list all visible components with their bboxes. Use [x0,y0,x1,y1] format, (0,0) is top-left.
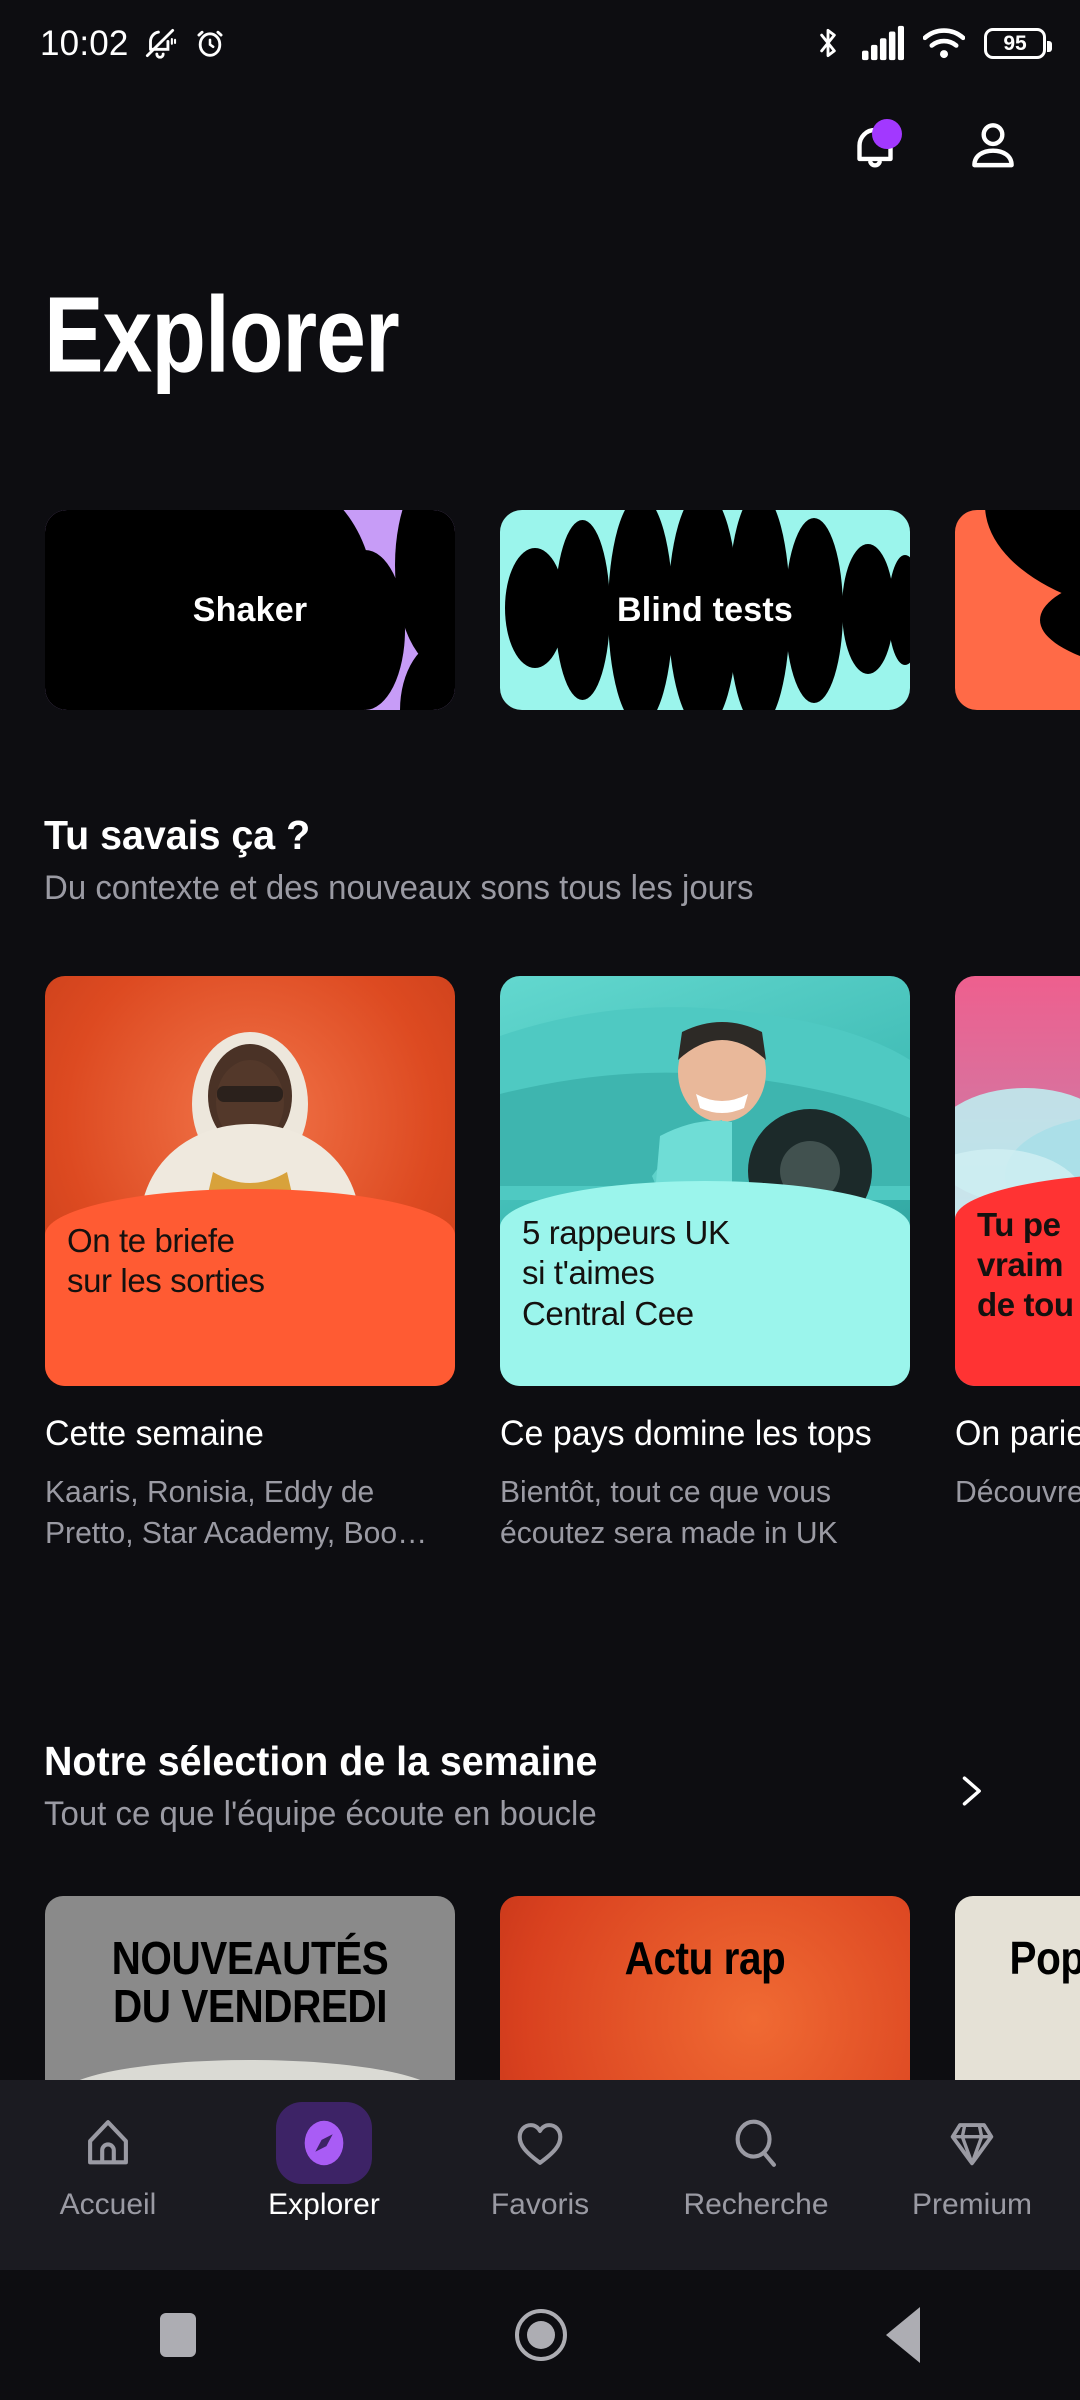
editorial-overlay-text: On te briefe sur les sorties [67,1222,265,1300]
playlist-title: Popto [1009,1932,1080,1984]
nav-label: Premium [911,2188,1032,2221]
playlist-title: Actu rap [624,1932,786,1984]
silent-mode-icon [145,28,176,59]
status-bar-right: 95 [813,24,1052,62]
heart-icon [517,2123,563,2165]
battery-indicator: 95 [984,27,1052,59]
editorial-card[interactable]: On te briefe sur les sorties [45,976,455,1386]
alarm-icon [197,30,223,57]
wifi-icon [923,28,965,59]
nav-icon-wrap [708,2102,804,2184]
editorial-name: On parie [955,1414,1080,1453]
editorial-card[interactable]: Tu pe vraim de tou [955,976,1080,1386]
section-see-all-button[interactable] [948,1764,992,1823]
nav-icon-wrap [60,2102,156,2184]
editorial-name: Ce pays domine les tops [500,1414,872,1453]
editorial-item[interactable]: On te briefe sur les sorties Cette semai… [45,976,455,1616]
notification-badge [872,119,902,149]
editorial-description: Kaaris, Ronisia, Eddy de Pretto, Star Ac… [45,1473,428,1551]
diamond-icon [950,2123,994,2166]
section-header-tu-savais-ca: Tu savais ça ? Du contexte et des nouvea… [44,812,775,908]
editorial-carousel[interactable]: On te briefe sur les sorties Cette semai… [0,976,1080,1616]
section-header-notre-selection[interactable]: Notre sélection de la semaine Tout ce qu… [44,1738,1036,1834]
nav-label: Favoris [490,2188,590,2221]
editorial-name: Cette semaine [45,1414,264,1453]
editorial-overlay: 5 rappeurs UK si t'aimes Central Cee [500,1181,910,1386]
editorial-overlay: Tu pe vraim de tou [955,1172,1080,1386]
nav-icon-wrap [924,2102,1020,2184]
status-bar: 10:02 95 [0,0,1080,86]
page-title: Explorer [44,275,400,396]
bluetooth-icon [820,28,836,58]
app-screen: 10:02 95 Explorer Shaker Blind tests Tu … [0,0,1080,2400]
editorial-overlay-text: Tu pe vraim de tou [977,1205,1074,1324]
nav-item-recherche[interactable]: Recherche [656,2102,856,2222]
chevron-right-icon [962,1776,981,1806]
category-carousel[interactable]: Shaker Blind tests P [0,510,1080,715]
notifications-button[interactable] [842,113,908,179]
nav-label: Explorer [268,2188,380,2221]
profile-button[interactable] [960,113,1026,179]
editorial-card[interactable]: 5 rappeurs UK si t'aimes Central Cee [500,976,910,1386]
status-time: 10:02 [40,23,129,63]
square-icon[interactable] [159,2313,196,2357]
system-navigation-bar[interactable] [0,2270,1080,2400]
home-icon [88,2120,128,2165]
section-title: Notre sélection de la semaine [44,1738,598,1784]
editorial-item[interactable]: Tu pe vraim de tou On parie Découvre tot… [955,976,1080,1616]
app-bar [0,86,1080,206]
category-card-partial[interactable]: P [955,510,1080,710]
section-subtitle: Tout ce que l'équipe écoute en boucle [44,1795,597,1833]
category-card-blind-tests[interactable]: Blind tests [500,510,910,710]
editorial-item[interactable]: 5 rappeurs UK si t'aimes Central Cee Ce … [500,976,910,1616]
circle-icon[interactable] [514,2309,567,2361]
nav-item-accueil[interactable]: Accueil [8,2102,208,2222]
person-icon [972,123,1014,168]
category-label: Blind tests [616,590,793,629]
wave-pattern [955,510,1080,710]
nav-label: Recherche [683,2188,829,2221]
nav-icon-wrap [492,2102,588,2184]
compass-icon [304,2120,344,2166]
nav-icon-wrap [276,2102,372,2184]
battery-percent: 95 [1003,31,1027,55]
section-subtitle: Du contexte et des nouveaux sons tous le… [44,869,754,907]
nav-label: Accueil [59,2188,157,2221]
nav-item-favoris[interactable]: Favoris [440,2102,640,2222]
search-icon [735,2119,776,2167]
playlist-title: NOUVEAUTÉS DU VENDREDI [111,1932,389,2033]
editorial-overlay: On te briefe sur les sorties [45,1189,455,1386]
cellular-signal-icon [862,25,904,61]
section-title: Tu savais ça ? [44,812,311,858]
editorial-description: Bientôt, tout ce que vous écoutez sera m… [500,1473,838,1551]
bottom-navigation[interactable]: Accueil Explorer Favoris Recherche Premi… [0,2080,1080,2270]
nav-item-premium[interactable]: Premium [872,2102,1072,2222]
category-label: Shaker [192,590,308,629]
nav-item-explorer[interactable]: Explorer [224,2102,424,2222]
editorial-overlay-text: 5 rappeurs UK si t'aimes Central Cee [522,1214,730,1332]
status-bar-left: 10:02 [40,24,229,62]
category-card-shaker[interactable]: Shaker [45,510,455,710]
editorial-description: Découvre totaleme [955,1473,1080,1509]
triangle-back-icon[interactable] [886,2307,921,2363]
